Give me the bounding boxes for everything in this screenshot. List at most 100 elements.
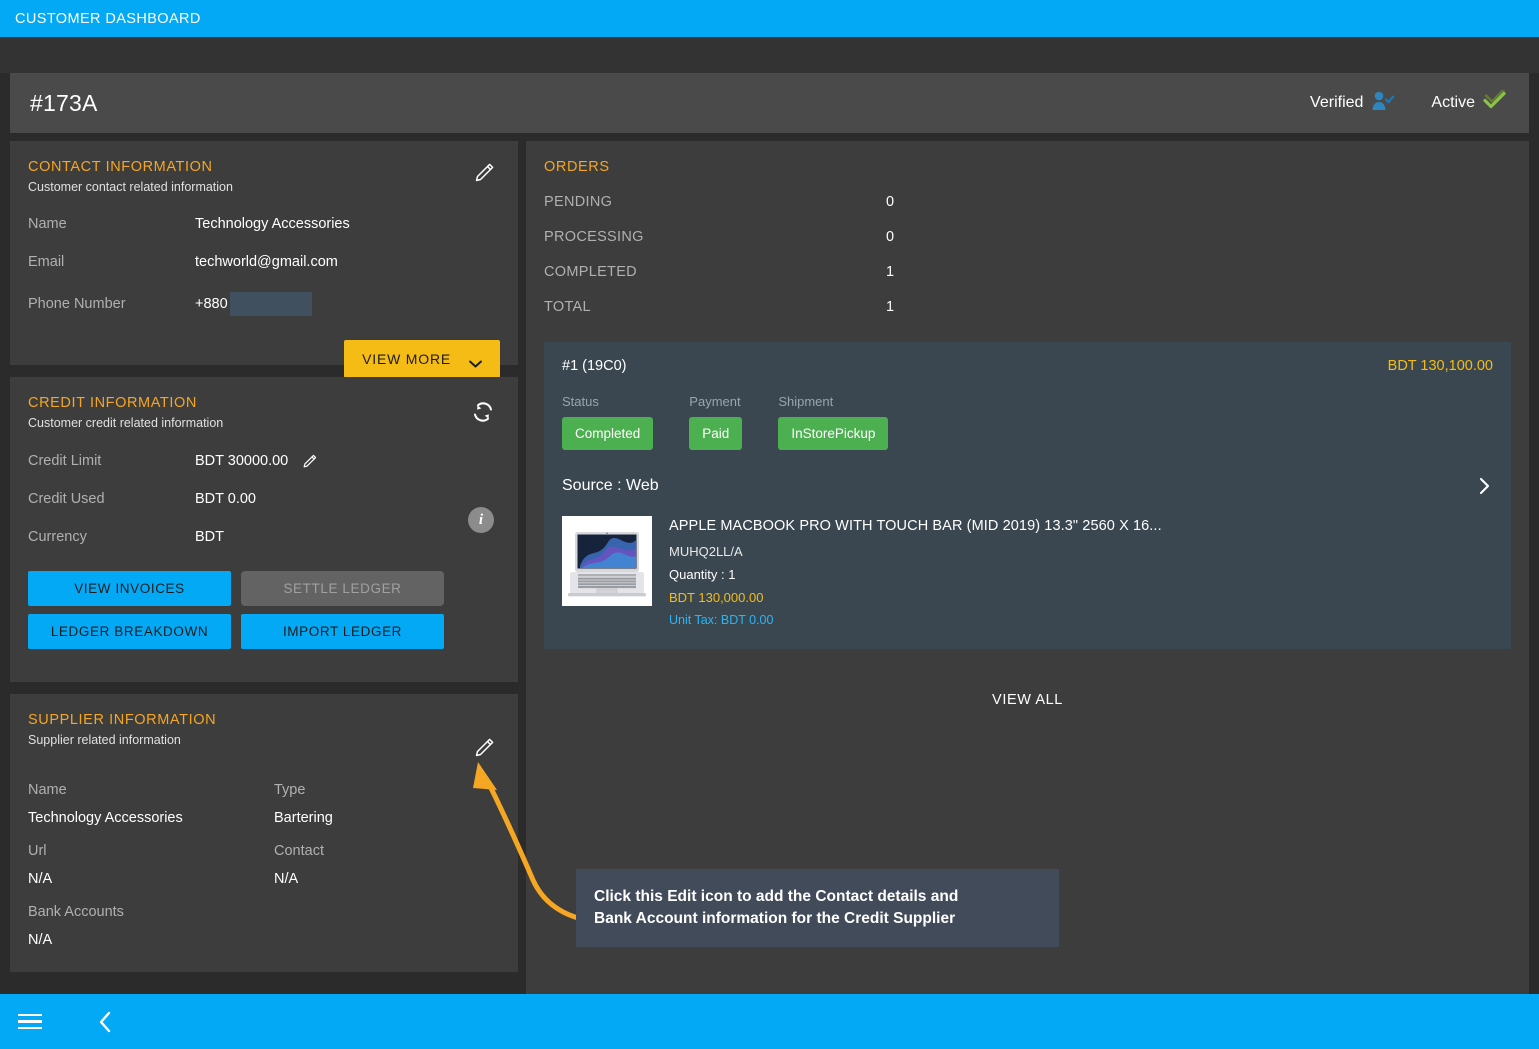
supplier-fields-grid: Name Type Technology Accessories Barteri… [28, 765, 500, 948]
order-shipment-col: Shipment InStorePickup [778, 394, 889, 450]
active-label: Active [1431, 94, 1475, 111]
product-name: APPLE MACBOOK PRO WITH TOUCH BAR (MID 20… [669, 518, 1162, 534]
order-stat-total: TOTAL 1 [544, 299, 1511, 315]
field-value: BDT 0.00 [195, 491, 256, 507]
customer-dashboard-page: CUSTOMER DASHBOARD #173A Verified Active [0, 0, 1539, 1049]
field-label: Phone Number [28, 296, 126, 312]
contact-panel-title: CONTACT INFORMATION [28, 159, 213, 175]
macbook-pro-thumbnail [562, 516, 652, 606]
supplier-url-value: N/A [28, 871, 53, 887]
order-id: #1 (19C0) [562, 358, 627, 374]
stat-value: 0 [886, 194, 895, 210]
import-ledger-button[interactable]: IMPORT LEDGER [241, 614, 444, 649]
order-stat-pending: PENDING 0 [544, 194, 1511, 210]
credit-action-buttons: VIEW INVOICES SETTLE LEDGER LEDGER BREAK… [28, 571, 500, 649]
chevron-down-icon [469, 355, 482, 368]
product-price: BDT 130,000.00 [669, 590, 764, 605]
shipment-label: Shipment [778, 394, 834, 409]
refresh-icon[interactable] [470, 399, 496, 425]
stat-label: PROCESSING [544, 229, 644, 245]
orders-panel: ORDERS PENDING 0 PROCESSING 0 COMPLETED … [526, 141, 1529, 994]
chevron-right-icon[interactable] [1477, 476, 1493, 496]
supplier-panel-title: SUPPLIER INFORMATION [28, 712, 217, 728]
field-label: Credit Limit [28, 452, 102, 469]
payment-badge: Paid [689, 417, 743, 450]
bottom-app-bar [0, 994, 1539, 1049]
contact-panel-subtitle: Customer contact related information [28, 180, 233, 194]
field-value: techworld@gmail.com [195, 254, 338, 270]
verified-label: Verified [1310, 94, 1364, 111]
callout-text: Click this Edit icon to add the Contact … [594, 886, 958, 931]
contact-edit-pencil-icon[interactable] [472, 161, 496, 185]
field-label: Email [28, 254, 65, 270]
order-amount: BDT 130,100.00 [1387, 358, 1493, 374]
order-card[interactable]: #1 (19C0) BDT 130,100.00 Status Complete… [544, 342, 1511, 649]
info-icon[interactable]: i [468, 507, 494, 533]
phone-redacted-block [229, 292, 312, 316]
status-label: Status [562, 394, 599, 409]
view-more-button[interactable]: VIEW MORE [344, 340, 500, 378]
shipment-badge: InStorePickup [778, 417, 889, 450]
order-status-col: Status Completed [562, 394, 654, 450]
supplier-contact-value: N/A [274, 871, 299, 887]
field-label: Name [28, 216, 67, 232]
top-app-bar: CUSTOMER DASHBOARD [0, 0, 1539, 37]
contact-information-panel: CONTACT INFORMATION Customer contact rel… [10, 141, 518, 378]
view-all-orders-button[interactable]: VIEW ALL [544, 692, 1511, 708]
supplier-type-label: Type [274, 782, 306, 798]
field-label: Credit Used [28, 491, 105, 507]
double-check-icon[interactable] [1483, 86, 1509, 117]
credit-information-panel: CREDIT INFORMATION Customer credit relat… [10, 377, 518, 682]
supplier-url-label: Url [28, 843, 47, 859]
chevron-left-icon[interactable] [85, 1002, 125, 1042]
hamburger-menu-icon[interactable] [10, 1002, 50, 1042]
credit-field-used: Credit Used BDT 0.00 [28, 491, 500, 507]
header-strip [0, 37, 1539, 73]
contact-field-email: Email techworld@gmail.com [28, 254, 500, 270]
credit-field-limit: Credit Limit BDT 30000.00 [28, 452, 500, 469]
callout-tooltip: Click this Edit icon to add the Contact … [576, 869, 1059, 947]
field-value: BDT [195, 529, 224, 545]
field-label: Currency [28, 529, 87, 545]
product-unit-tax: Unit Tax: BDT 0.00 [669, 613, 774, 627]
product-quantity: Quantity : 1 [669, 567, 736, 582]
phone-prefix: +880 [195, 296, 228, 312]
verified-status[interactable]: Verified [1310, 90, 1395, 117]
product-info: APPLE MACBOOK PRO WITH TOUCH BAR (MID 20… [669, 516, 1162, 627]
view-invoices-button[interactable]: VIEW INVOICES [28, 571, 231, 606]
left-column: CONTACT INFORMATION Customer contact rel… [10, 141, 518, 984]
settle-ledger-button: SETTLE LEDGER [241, 571, 444, 606]
credit-panel-subtitle: Customer credit related information [28, 416, 224, 430]
supplier-panel-subtitle: Supplier related information [28, 733, 181, 747]
view-more-label: VIEW MORE [362, 351, 451, 367]
callout-line-2: Bank Account information for the Credit … [594, 910, 956, 927]
user-check-icon[interactable] [1371, 90, 1395, 117]
credit-limit-value: BDT 30000.00 [195, 452, 289, 469]
field-value: Technology Accessories [195, 216, 350, 232]
stat-value: 1 [886, 264, 895, 280]
order-stat-processing: PROCESSING 0 [544, 229, 1511, 245]
supplier-bank-value: N/A [28, 932, 53, 948]
credit-limit-edit-pencil-icon[interactable] [301, 453, 318, 470]
app-title: CUSTOMER DASHBOARD [15, 10, 201, 27]
customer-header-banner: #173A Verified Active [10, 73, 1529, 133]
supplier-bank-label: Bank Accounts [28, 904, 124, 920]
contact-field-name: Name Technology Accessories [28, 216, 500, 232]
orders-panel-title: ORDERS [544, 159, 610, 175]
credit-panel-title: CREDIT INFORMATION [28, 395, 197, 411]
stat-value: 0 [886, 229, 895, 245]
stat-label: PENDING [544, 194, 613, 210]
order-badges: Status Completed Payment Paid Shipment I… [562, 394, 1493, 450]
order-card-header: #1 (19C0) BDT 130,100.00 [562, 358, 1493, 374]
supplier-edit-pencil-icon[interactable] [472, 736, 496, 760]
supplier-name-label: Name [28, 782, 67, 798]
credit-field-currency: Currency BDT [28, 529, 500, 545]
supplier-information-panel: SUPPLIER INFORMATION Supplier related in… [10, 694, 518, 972]
contact-field-phone: Phone Number +880 [28, 292, 500, 316]
product-sku: MUHQ2LL/A [669, 544, 743, 559]
payment-label: Payment [689, 394, 741, 409]
order-source: Source : Web [562, 477, 659, 494]
order-payment-col: Payment Paid [689, 394, 743, 450]
active-status[interactable]: Active [1431, 86, 1509, 117]
ledger-breakdown-button[interactable]: LEDGER BREAKDOWN [28, 614, 231, 649]
